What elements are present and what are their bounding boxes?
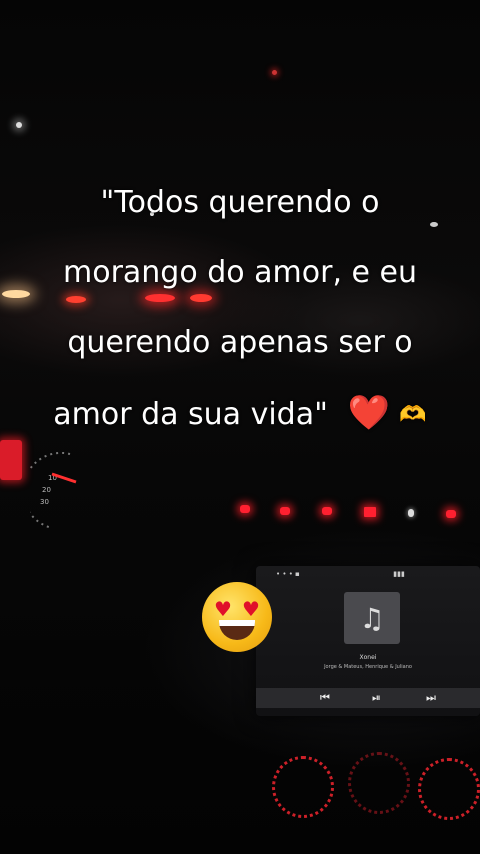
gauge-tick-label: 20 (42, 486, 51, 494)
air-vent (418, 758, 480, 820)
dashboard-button-light (240, 505, 250, 513)
hazard-button-light (364, 507, 376, 517)
song-title: Xonei (359, 654, 377, 661)
red-heart-icon: ❤️ (347, 393, 390, 433)
heart-eyes-emoji-icon: ♥ ♥ (202, 582, 272, 652)
play-pause-icon[interactable]: ⏯ (372, 691, 381, 705)
street-light (272, 70, 277, 75)
dashboard-button-light (322, 507, 332, 515)
car-headlight (2, 290, 30, 298)
dashboard-button-light (408, 509, 414, 517)
previous-icon[interactable]: ⏮ (320, 691, 330, 705)
speedometer-gauge: 10 20 30 (30, 452, 77, 529)
caption-line: morango do amor, e eu (62, 255, 417, 290)
song-artist: Jorge & Mateus, Henrique & Juliano (324, 664, 412, 670)
air-vent (348, 752, 410, 814)
caption-text: "Todos querendo o morango do amor, e eu … (30, 168, 450, 451)
dashboard-button-light (446, 510, 456, 518)
car-media-screen: • • • ▪ ▮▮▮ ♫ Xonei Jorge & Mateus, Henr… (256, 566, 480, 716)
caption-line: querendo apenas ser o (67, 325, 413, 360)
next-icon[interactable]: ⏭ (426, 691, 436, 705)
caption-line: amor da sua vida" (53, 397, 328, 432)
playback-controls: ⏮ ⏯ ⏭ (256, 688, 480, 708)
screen-status-bar: • • • ▪ ▮▮▮ (276, 570, 405, 578)
dashboard-button-light (280, 507, 290, 515)
dashboard-red-light (0, 440, 22, 480)
caption-line-last: amor da sua vida" ❤️ 🫶 (30, 378, 450, 451)
heart-eye-left: ♥ (214, 597, 232, 621)
caption-line: "Todos querendo o (100, 185, 380, 220)
street-light (16, 122, 22, 128)
air-vent (272, 756, 334, 818)
emoji-mouth (219, 620, 255, 640)
video-frame: "Todos querendo o morango do amor, e eu … (0, 0, 480, 854)
music-note-icon: ♫ (344, 592, 400, 644)
gauge-tick-label: 30 (40, 498, 49, 506)
heart-hands-icon: 🫶 (399, 402, 427, 428)
heart-eye-right: ♥ (242, 597, 260, 621)
